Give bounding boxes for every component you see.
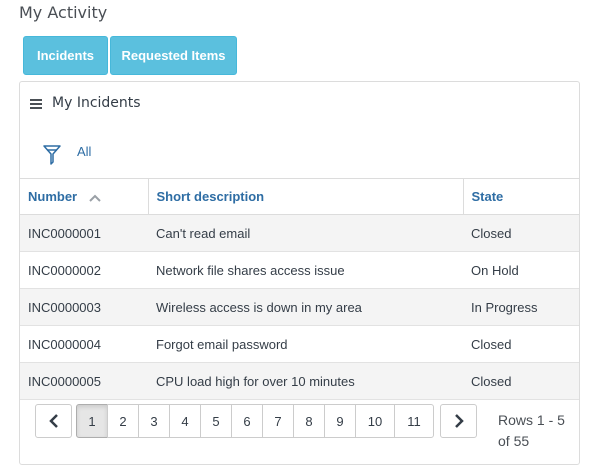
cell-state: Closed [463,362,579,400]
cell-state: In Progress [463,288,579,326]
page-button-6[interactable]: 6 [231,404,263,438]
cell-number[interactable]: INC0000001 [20,214,148,252]
incidents-panel: My Incidents All Number Short descriptio… [19,81,580,465]
pagination: 1 2 3 4 5 6 7 8 9 10 11 [35,404,477,438]
cell-number[interactable]: INC0000003 [20,288,148,326]
column-header-state[interactable]: State [462,178,579,215]
cell-description: Can't read email [148,214,463,252]
previous-page-button[interactable] [35,404,72,438]
table-row[interactable]: INC0000002 Network file shares access is… [20,251,579,289]
column-header-label: Number [28,189,78,204]
chevron-left-icon [48,414,58,428]
page-button-4[interactable]: 4 [169,404,201,438]
page-button-5[interactable]: 5 [200,404,232,438]
hamburger-menu-icon[interactable] [30,99,42,109]
table-row[interactable]: INC0000005 CPU load high for over 10 min… [20,362,579,400]
cell-number[interactable]: INC0000005 [20,362,148,400]
table-row[interactable]: INC0000001 Can't read email Closed [20,214,579,252]
page-button-1[interactable]: 1 [76,404,108,438]
cell-state: Closed [463,325,579,363]
cell-number[interactable]: INC0000004 [20,325,148,363]
column-header-short-description[interactable]: Short description [147,178,463,215]
rows-info-total: of 55 [498,433,530,449]
filter-all-link[interactable]: All [77,144,91,159]
chevron-up-icon [89,194,101,202]
page-button-11[interactable]: 11 [394,404,434,438]
cell-description: Wireless access is down in my area [148,288,463,326]
page-button-3[interactable]: 3 [138,404,170,438]
table-header-row: Number Short description State [20,178,579,215]
page-button-7[interactable]: 7 [262,404,294,438]
column-header-number[interactable]: Number [20,178,148,215]
page-button-9[interactable]: 9 [324,404,356,438]
column-header-label: State [471,189,504,204]
next-page-button[interactable] [440,404,477,438]
cell-state: On Hold [463,251,579,289]
cell-description: Forgot email password [148,325,463,363]
column-header-label: Short description [156,189,265,204]
chevron-right-icon [454,414,464,428]
cell-state: Closed [463,214,579,252]
table-row[interactable]: INC0000003 Wireless access is down in my… [20,288,579,326]
panel-title: My Incidents [52,95,141,111]
rows-info-range: Rows 1 - 5 [498,412,565,428]
page-title: My Activity [19,3,108,22]
page-button-2[interactable]: 2 [107,404,139,438]
funnel-filter-icon[interactable] [42,144,62,166]
incidents-table: Number Short description State INC000000… [20,178,579,400]
tab-requested-items[interactable]: Requested Items [110,36,237,75]
table-row[interactable]: INC0000004 Forgot email password Closed [20,325,579,363]
cell-description: CPU load high for over 10 minutes [148,362,463,400]
page-button-8[interactable]: 8 [293,404,325,438]
tab-incidents[interactable]: Incidents [23,36,108,75]
page-number-group: 1 2 3 4 5 6 7 8 9 10 11 [76,404,434,438]
cell-description: Network file shares access issue [148,251,463,289]
cell-number[interactable]: INC0000002 [20,251,148,289]
page-button-10[interactable]: 10 [355,404,395,438]
rows-info: Rows 1 - 5 of 55 [498,410,573,452]
filter-row: All [20,134,579,170]
